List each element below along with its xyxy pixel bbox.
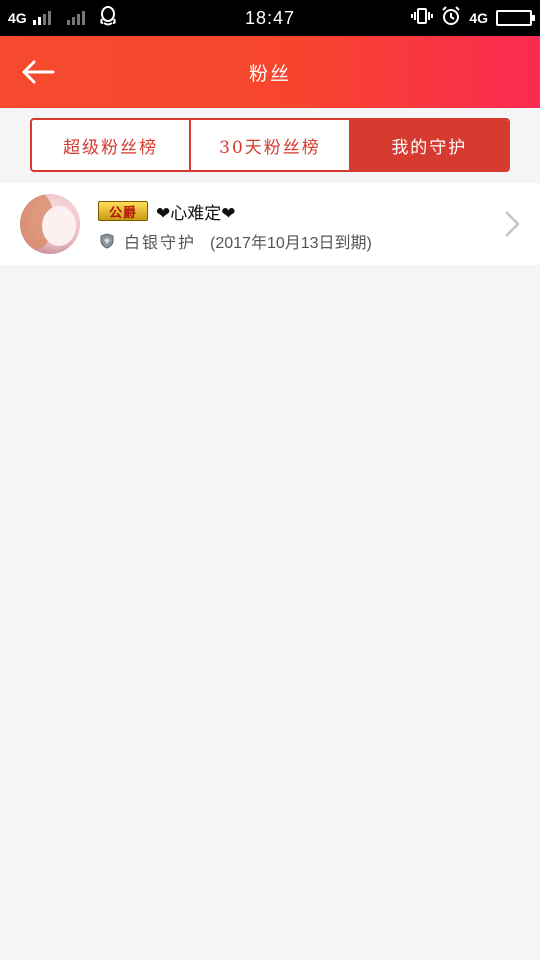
chevron-right-icon xyxy=(505,211,520,237)
shield-icon xyxy=(98,232,116,250)
nickname: ❤心难定❤ xyxy=(156,203,236,224)
network-type-right: 4G xyxy=(469,10,488,26)
list-item-subtitle: 白银守护 (2017年10月13日到期) xyxy=(98,229,372,253)
fan-tabs: 超级粉丝榜 30天粉丝榜 我的守护 xyxy=(30,118,510,172)
list-item[interactable]: 公爵 ❤心难定❤ 白银守护 (2017年10月13日到期) xyxy=(0,183,540,265)
vibrate-icon xyxy=(411,7,434,29)
rank-badge: 公爵 xyxy=(98,201,148,221)
status-bar: 4G 18:47 4G xyxy=(0,0,540,36)
expiry-date: (2017年10月13日到期) xyxy=(210,235,372,252)
tab-30-day-fans[interactable]: 30天粉丝榜 xyxy=(189,120,348,170)
battery-icon xyxy=(496,10,535,26)
alarm-icon xyxy=(441,6,461,30)
tab-super-fans[interactable]: 超级粉丝榜 xyxy=(32,120,189,170)
guard-list: 公爵 ❤心难定❤ 白银守护 (2017年10月13日到期) xyxy=(0,183,540,265)
guard-level: 白银守护 xyxy=(124,233,197,252)
avatar xyxy=(20,194,80,254)
list-item-title: 公爵 ❤心难定❤ xyxy=(98,199,236,224)
page-title: 粉丝 xyxy=(248,62,291,85)
status-right: 4G xyxy=(411,0,535,36)
tab-my-guard[interactable]: 我的守护 xyxy=(348,120,508,170)
app-header: 粉丝 xyxy=(0,36,540,108)
